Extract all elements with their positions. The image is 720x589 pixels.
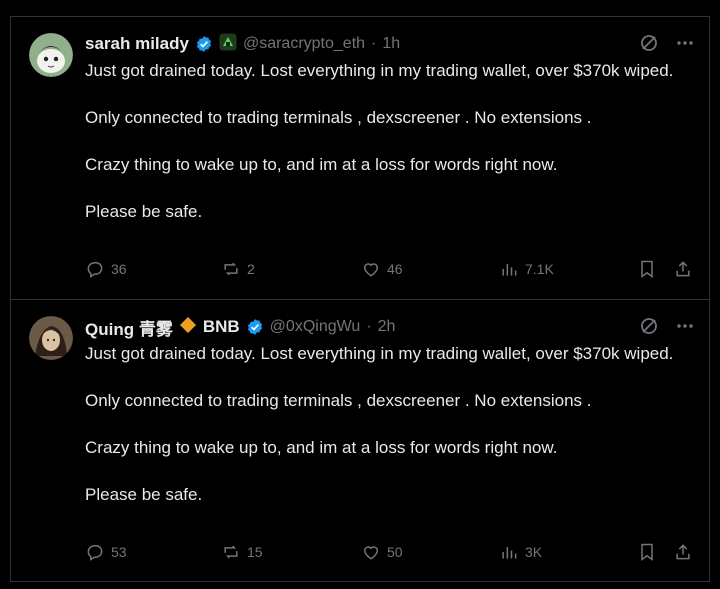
- bookmark-button[interactable]: [637, 542, 657, 562]
- share-button[interactable]: [673, 542, 693, 562]
- tweet-actions: 53 15 50 3K: [85, 542, 697, 568]
- tweet-text: Just got drained today. Lost everything …: [85, 59, 685, 224]
- display-name[interactable]: sarah milady: [85, 34, 189, 54]
- tweet-header: Quing 青雾 BNB @0xQingWu · 2h: [85, 315, 396, 340]
- repost-count: 2: [247, 261, 255, 277]
- view-count: 3K: [525, 544, 543, 560]
- views-icon: [502, 264, 517, 276]
- bookmark-button[interactable]: [637, 259, 657, 279]
- views-button[interactable]: 7.1K: [499, 259, 554, 279]
- timestamp[interactable]: 2h: [378, 318, 396, 336]
- tweet-card[interactable]: Quing 青雾 BNB @0xQingWu · 2h Just got dra…: [11, 300, 709, 581]
- heart-icon: [363, 546, 379, 560]
- timestamp[interactable]: 1h: [382, 35, 400, 53]
- reply-button[interactable]: 53: [85, 542, 127, 562]
- heart-icon: [363, 263, 379, 277]
- grok-icon[interactable]: [639, 316, 659, 336]
- avatar[interactable]: [29, 316, 73, 360]
- share-icon: [676, 544, 690, 560]
- tweet-text: Just got drained today. Lost everything …: [85, 342, 685, 507]
- tweet-paragraph: Just got drained today. Lost everything …: [85, 61, 674, 80]
- verified-badge-icon: [195, 35, 213, 53]
- tweet-paragraph: Crazy thing to wake up to, and im at a l…: [85, 155, 558, 174]
- bookmark-icon: [641, 543, 653, 561]
- tweet-paragraph: Please be safe.: [85, 485, 203, 504]
- repost-count: 15: [247, 544, 263, 560]
- tweet-paragraph: Crazy thing to wake up to, and im at a l…: [85, 438, 558, 457]
- like-button[interactable]: 50: [361, 542, 403, 562]
- bookmark-icon: [641, 260, 653, 278]
- reply-count: 36: [111, 261, 127, 277]
- separator: ·: [371, 35, 377, 52]
- reply-icon: [87, 545, 103, 561]
- repost-button[interactable]: 2: [221, 259, 255, 279]
- views-button[interactable]: 3K: [499, 542, 542, 562]
- repost-icon: [224, 545, 238, 559]
- like-count: 46: [387, 261, 403, 277]
- timeline: sarah milady @saracrypto_eth · 1h Just g…: [10, 16, 710, 582]
- reply-icon: [87, 262, 103, 278]
- repost-icon: [224, 262, 238, 276]
- handle[interactable]: @0xQingWu: [270, 318, 361, 336]
- like-count: 50: [387, 544, 403, 560]
- bnb-diamond-icon: [179, 316, 197, 339]
- tweet-paragraph: Please be safe.: [85, 202, 203, 221]
- tweet-paragraph: Just got drained today. Lost everything …: [85, 344, 674, 363]
- share-icon: [676, 261, 690, 277]
- grok-icon[interactable]: [639, 33, 659, 53]
- tweet-actions: 36 2 46 7.1K: [85, 259, 697, 285]
- tweet-top-actions: [639, 33, 695, 53]
- display-name[interactable]: Quing 青雾: [85, 315, 173, 340]
- share-button[interactable]: [673, 259, 693, 279]
- affiliate-badge-icon: [219, 33, 237, 56]
- tweet-paragraph: Only connected to trading terminals , de…: [85, 108, 592, 127]
- repost-button[interactable]: 15: [221, 542, 263, 562]
- tweet-top-actions: [639, 316, 695, 336]
- tweet-header: sarah milady @saracrypto_eth · 1h: [85, 33, 400, 55]
- more-options-icon[interactable]: [675, 33, 695, 53]
- reply-count: 53: [111, 544, 127, 560]
- more-options-icon[interactable]: [675, 316, 695, 336]
- avatar[interactable]: [29, 33, 73, 77]
- like-button[interactable]: 46: [361, 259, 403, 279]
- view-count: 7.1K: [525, 261, 554, 277]
- separator: ·: [366, 318, 372, 335]
- display-name-suffix[interactable]: BNB: [203, 317, 240, 337]
- handle[interactable]: @saracrypto_eth: [243, 35, 365, 53]
- verified-badge-icon: [246, 318, 264, 336]
- tweet-paragraph: Only connected to trading terminals , de…: [85, 391, 592, 410]
- views-icon: [502, 547, 517, 559]
- tweet-card[interactable]: sarah milady @saracrypto_eth · 1h Just g…: [11, 17, 709, 299]
- reply-button[interactable]: 36: [85, 259, 127, 279]
